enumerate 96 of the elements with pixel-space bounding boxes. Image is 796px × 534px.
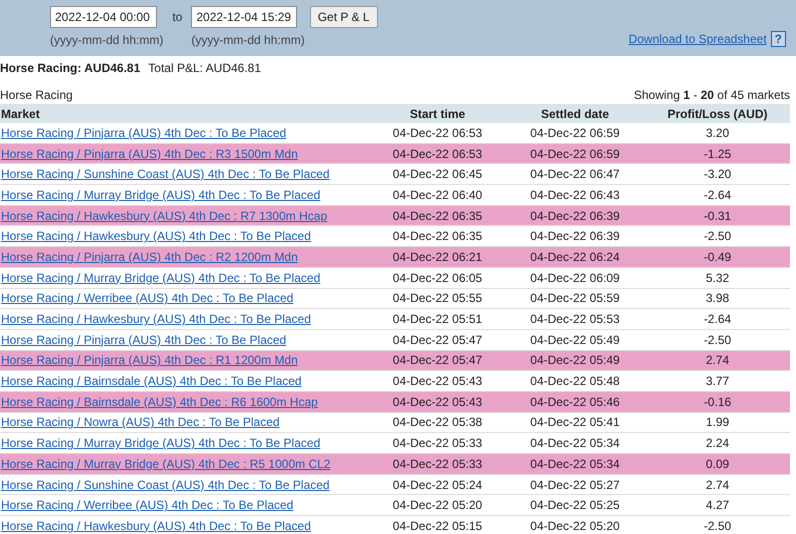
table-cell-text: 04-Dec-22 06:53 — [392, 146, 484, 163]
market-link[interactable]: Horse Racing / Pinjarra (AUS) 4th Dec : R1 1200m Mdn — [0, 351, 370, 370]
table-cell-text: 04-Dec-22 05:53 — [529, 311, 621, 328]
market-link[interactable]: Horse Racing / Pinjarra (AUS) 4th Dec : R3 1500m Mdn — [0, 144, 370, 163]
table-cell-text: 04-Dec-22 05:49 — [529, 352, 621, 370]
table-cell-text: 2.24 — [704, 435, 730, 452]
column-header: Profit/Loss (AUD) — [666, 106, 768, 122]
table-cell-text: 04-Dec-22 05:48 — [529, 373, 621, 390]
table-cell-text: 04-Dec-22 05:47 — [392, 332, 484, 349]
table-cell-text: -2.64 — [702, 311, 732, 328]
table-cell-text: -0.16 — [702, 394, 732, 411]
table-cell-text: 04-Dec-22 05:27 — [529, 476, 621, 494]
table-cell-text: 3.20 — [704, 124, 730, 142]
market-link[interactable]: Horse Racing / Hawkesbury (AUS) 4th Dec : To Be Placed — [0, 516, 370, 534]
market-link[interactable]: Horse Racing / Bairnsdale (AUS) 4th Dec : R6 1600m Hcap — [0, 392, 370, 411]
table-cell-text: 04-Dec-22 06:47 — [529, 166, 621, 184]
table-cell-text: 04-Dec-22 05:46 — [529, 394, 621, 411]
table-cell-text: -1.25 — [702, 146, 732, 163]
market-link[interactable]: Horse Racing / Murray Bridge (AUS) 4th Dec : To Be Placed — [0, 186, 370, 204]
table-cell-text: 2.74 — [704, 352, 730, 370]
table-cell-text: 04-Dec-22 05:24 — [392, 476, 484, 494]
table-cell-text: 04-Dec-22 06:24 — [529, 248, 621, 266]
table-cell-text: 0.09 — [704, 456, 730, 473]
table-cell-text: 04-Dec-22 06:21 — [392, 248, 484, 266]
table-cell-text: 3.77 — [704, 373, 730, 390]
table-cell-text: 04-Dec-22 06:59 — [529, 146, 621, 163]
table-cell-text: -2.50 — [702, 228, 732, 246]
table-cell-text: -0.31 — [702, 208, 732, 225]
download-link[interactable]: Download to Spreadsheet — [628, 30, 767, 48]
market-link[interactable]: Horse Racing / Nowra (AUS) 4th Dec : To Be Placed — [0, 413, 370, 432]
table-cell-text: 04-Dec-22 06:39 — [529, 208, 621, 225]
market-link[interactable]: Horse Racing / Pinjarra (AUS) 4th Dec : To Be Placed — [0, 124, 370, 142]
date-field[interactable]: 2022-12-04 00:00 — [50, 6, 157, 28]
table-cell-text: 04-Dec-22 05:59 — [529, 290, 621, 308]
format-hint: (yyyy-mm-dd hh:mm) — [50, 32, 164, 49]
table-cell-text: 04-Dec-22 05:47 — [392, 352, 484, 370]
market-link[interactable]: Horse Racing / Pinjarra (AUS) 4th Dec : To Be Placed — [0, 330, 370, 349]
market-link[interactable]: Horse Racing / Murray Bridge (AUS) 4th Dec : To Be Placed — [0, 268, 370, 287]
table-cell-text: 04-Dec-22 06:35 — [392, 208, 484, 225]
table-cell-text: -2.64 — [702, 186, 732, 204]
table-cell-text: 04-Dec-22 06:43 — [529, 186, 621, 204]
table-cell-text: 04-Dec-22 06:59 — [529, 124, 621, 142]
table-cell-text: 04-Dec-22 06:35 — [392, 228, 484, 246]
table-cell-text: 04-Dec-22 06:40 — [392, 186, 484, 204]
table-cell-text: 04-Dec-22 05:41 — [529, 414, 621, 432]
market-link[interactable]: Horse Racing / Murray Bridge (AUS) 4th Dec : To Be Placed — [0, 434, 370, 452]
table-cell-text: 04-Dec-22 05:25 — [529, 497, 621, 514]
table-cell-text: 1.99 — [704, 414, 730, 432]
table-cell-text: 04-Dec-22 05:43 — [392, 394, 484, 411]
table-cell-text: 04-Dec-22 05:20 — [392, 497, 484, 514]
pagination-info: Showing 1 - 20 of 45 markets — [634, 87, 790, 104]
table-cell-text: -2.50 — [702, 518, 732, 534]
format-hint: (yyyy-mm-dd hh:mm) — [191, 32, 305, 49]
market-link[interactable]: Horse Racing / Bairnsdale (AUS) 4th Dec : To Be Placed — [0, 372, 370, 390]
market-link[interactable]: Horse Racing / Sunshine Coast (AUS) 4th Dec : To Be Placed — [0, 476, 370, 494]
column-header: Start time — [408, 106, 466, 122]
table-cell-text: 2.74 — [704, 476, 730, 494]
table-cell-text: 04-Dec-22 06:45 — [392, 166, 484, 184]
table-cell-text: 04-Dec-22 05:15 — [392, 518, 484, 534]
table-cell-text: 3.98 — [704, 290, 730, 308]
table-cell-text: 04-Dec-22 05:49 — [529, 332, 621, 349]
section-title: Horse Racing — [0, 87, 73, 104]
table-cell-text: 04-Dec-22 05:51 — [392, 311, 484, 328]
table-cell-text: -3.20 — [702, 166, 732, 184]
market-link[interactable]: Horse Racing / Hawkesbury (AUS) 4th Dec : To Be Placed — [0, 227, 370, 246]
total-pl: Total P&L: AUD46.81 — [148, 60, 262, 77]
table-cell-text: 04-Dec-22 06:09 — [529, 270, 621, 287]
table-cell-text: 5.32 — [704, 270, 730, 287]
table-cell-text: 04-Dec-22 05:55 — [392, 290, 484, 308]
column-header: Settled date — [540, 106, 610, 122]
to-label: to — [172, 9, 182, 26]
table-cell-text: 4.27 — [704, 497, 730, 514]
get-pl-button[interactable]: Get P & L — [310, 6, 378, 28]
table-cell-text: -0.49 — [702, 248, 732, 266]
table-cell-text: 04-Dec-22 06:39 — [529, 228, 621, 246]
column-header: Market — [0, 106, 41, 122]
table-cell-text: -2.50 — [702, 332, 732, 349]
market-link[interactable]: Horse Racing / Pinjarra (AUS) 4th Dec : R2 1200m Mdn — [0, 248, 370, 266]
table-cell-text: 04-Dec-22 05:34 — [529, 435, 621, 452]
table-cell-text: 04-Dec-22 05:38 — [392, 414, 484, 432]
summary-title: Horse Racing: AUD46.81 — [0, 60, 140, 77]
table-cell-text: 04-Dec-22 06:05 — [392, 270, 484, 287]
market-link[interactable]: Horse Racing / Hawkesbury (AUS) 4th Dec : R7 1300m Hcap — [0, 206, 370, 225]
date-field[interactable]: 2022-12-04 15:29 — [191, 6, 298, 28]
market-link[interactable]: Horse Racing / Werribee (AUS) 4th Dec : To Be Placed — [0, 289, 370, 308]
table-cell-text: 04-Dec-22 06:53 — [392, 124, 484, 142]
table-cell-text: 04-Dec-22 05:20 — [529, 518, 621, 534]
help-button[interactable]: ? — [770, 31, 786, 47]
market-link[interactable]: Horse Racing / Murray Bridge (AUS) 4th Dec : R5 1000m CL2 — [0, 454, 370, 473]
table-cell-text: 04-Dec-22 05:43 — [392, 373, 484, 390]
table-cell-text: 04-Dec-22 05:34 — [529, 456, 621, 473]
market-link[interactable]: Horse Racing / Hawkesbury (AUS) 4th Dec : To Be Placed — [0, 310, 370, 328]
table-cell-text: 04-Dec-22 05:33 — [392, 456, 484, 473]
table-cell-text: 04-Dec-22 05:33 — [392, 435, 484, 452]
market-link[interactable]: Horse Racing / Sunshine Coast (AUS) 4th Dec : To Be Placed — [0, 165, 370, 184]
market-link[interactable]: Horse Racing / Werribee (AUS) 4th Dec : To Be Placed — [0, 496, 370, 514]
